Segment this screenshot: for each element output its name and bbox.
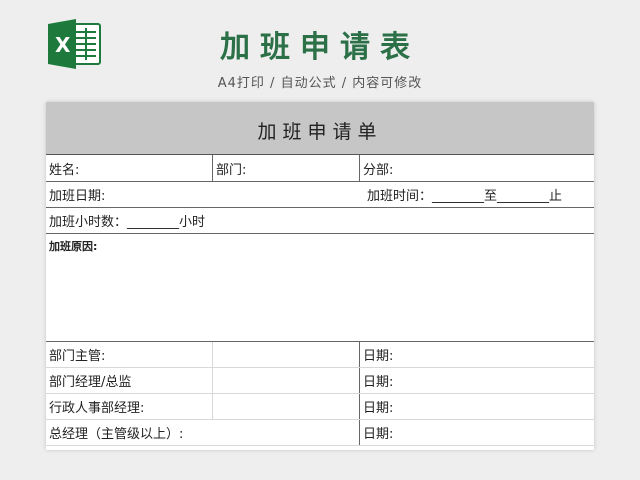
approval-role[interactable]: 总经理（主管级以上）: bbox=[46, 420, 246, 445]
approval-role[interactable]: 部门经理/总监 bbox=[46, 368, 212, 393]
page-title: 加班申请表 bbox=[220, 30, 420, 65]
approval-date[interactable]: 日期: bbox=[360, 342, 594, 367]
ot-hours-cell[interactable]: 加班小时数：________小时 bbox=[46, 208, 446, 233]
reason-label[interactable]: 加班原因: bbox=[49, 238, 97, 254]
info-row-hours: 加班小时数：________小时 bbox=[46, 208, 594, 234]
form-title: 加班申请单 bbox=[257, 120, 383, 143]
form-title-row: 加班申请单 bbox=[46, 102, 594, 155]
ot-time-cell[interactable]: 加班时间：________至________止 bbox=[364, 182, 594, 207]
info-row-name: 姓名: 部门: 分部: bbox=[46, 155, 594, 182]
approval-row: 行政人事部经理: 日期: bbox=[46, 394, 594, 420]
division-cell[interactable]: 分部: bbox=[360, 155, 594, 181]
approval-row: 部门经理/总监 日期: bbox=[46, 368, 594, 394]
page-subtitle: A4打印 / 自动公式 / 内容可修改 bbox=[217, 76, 423, 91]
ot-date-cell[interactable]: 加班日期: bbox=[46, 182, 346, 207]
approval-date[interactable]: 日期: bbox=[360, 394, 594, 419]
name-cell[interactable]: 姓名: bbox=[46, 155, 212, 181]
approval-row: 总经理（主管级以上）: 日期: bbox=[46, 420, 594, 446]
info-row-date: 加班日期: 加班时间：________至________止 bbox=[46, 182, 594, 208]
approval-date[interactable]: 日期: bbox=[360, 420, 594, 445]
reason-row: 加班原因: bbox=[46, 234, 594, 342]
approval-role[interactable]: 部门主管: bbox=[46, 342, 212, 367]
approval-role[interactable]: 行政人事部经理: bbox=[46, 394, 212, 419]
form-sheet: 加班申请单 姓名: 部门: 分部: 加班日期: 加班时间：________至__… bbox=[46, 102, 594, 450]
approval-date[interactable]: 日期: bbox=[360, 368, 594, 393]
dept-cell[interactable]: 部门: bbox=[213, 155, 359, 181]
approval-row: 部门主管: 日期: bbox=[46, 342, 594, 368]
